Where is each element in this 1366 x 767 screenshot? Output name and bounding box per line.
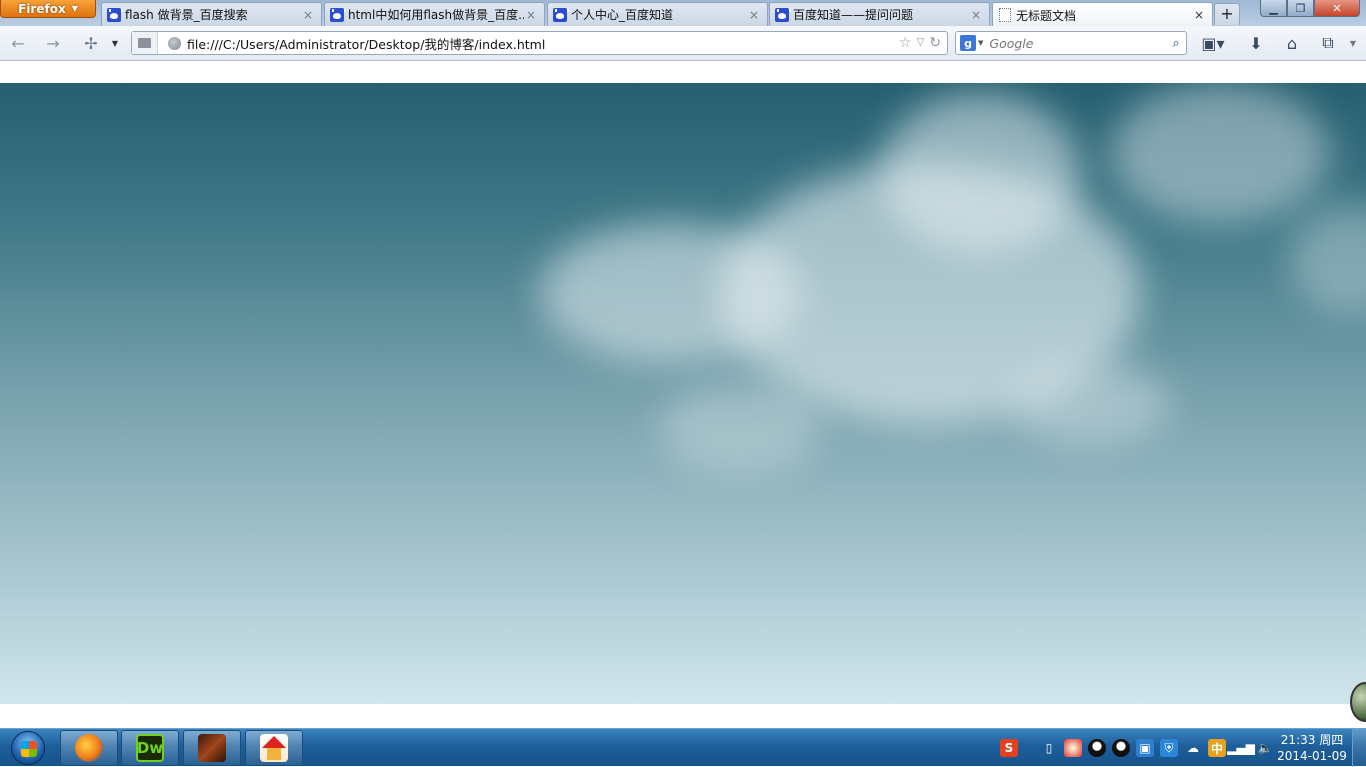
globe-icon xyxy=(168,36,181,50)
maximize-button[interactable]: ❐ xyxy=(1287,0,1314,17)
bookmarks-menu-icon[interactable]: ▣▾ xyxy=(1200,33,1226,53)
tab-label: 无标题文档 xyxy=(1016,8,1077,23)
tab-close-icon[interactable]: × xyxy=(969,8,983,22)
new-tab-button[interactable]: + xyxy=(1214,3,1240,25)
security-monitor-icon[interactable]: ▣ xyxy=(1136,739,1154,757)
window-controls: ▁ ❐ ✕ xyxy=(1260,0,1360,17)
share-nodes-icon[interactable]: ✢ xyxy=(80,33,102,53)
tab-close-icon[interactable]: × xyxy=(747,8,761,22)
search-bar[interactable]: g ▼ ⌕ xyxy=(955,31,1187,55)
minimize-button[interactable]: ▁ xyxy=(1260,0,1287,17)
chinese-input-icon[interactable]: 中 xyxy=(1208,739,1226,757)
chevron-down-icon[interactable]: ▼ xyxy=(978,39,983,47)
baidu-paw-icon xyxy=(774,7,791,23)
forward-arrow-icon[interactable]: → xyxy=(43,33,63,53)
shield-icon[interactable]: ⛨ xyxy=(1160,739,1178,757)
identity-box[interactable] xyxy=(132,32,158,54)
system-tray: S ▯ ▣ ⛨ ☁ 中 ▂▄▆ 🔈 xyxy=(1000,729,1274,767)
cloud xyxy=(880,93,1080,253)
cloud xyxy=(1110,83,1330,223)
chevron-down-icon[interactable]: ▼ xyxy=(1346,33,1360,53)
chevron-down-icon: ▼ xyxy=(71,4,78,13)
system-clock[interactable]: 21:33 周四 2014-01-09 xyxy=(1272,732,1352,764)
cloud-sync-icon[interactable]: ☁ xyxy=(1184,739,1202,757)
tab-label: 百度知道——提问问题 xyxy=(793,8,914,22)
cloud xyxy=(660,383,820,473)
tab-label: html中如何用flash做背景_百度... xyxy=(348,8,524,22)
cloud xyxy=(1010,363,1170,443)
qq-penguin-icon[interactable] xyxy=(1112,739,1130,757)
angry-bird-icon[interactable] xyxy=(1064,739,1082,757)
start-button[interactable] xyxy=(4,730,52,766)
cloud xyxy=(1290,203,1366,313)
tab-label: flash 做背景_百度搜索 xyxy=(125,8,248,22)
network-signal-icon[interactable]: ▂▄▆ xyxy=(1227,739,1255,757)
baidu-paw-icon xyxy=(552,7,569,23)
tray-spacer xyxy=(1024,739,1034,757)
firefox-menu-label: Firefox xyxy=(18,1,66,16)
tab-html-flash-background[interactable]: html中如何用flash做背景_百度... × xyxy=(324,2,545,26)
firefox-menu-button[interactable]: Firefox ▼ xyxy=(0,0,96,18)
taskbar-violin-app[interactable] xyxy=(183,730,241,766)
dreamweaver-icon: Dw xyxy=(136,734,164,762)
tab-close-icon[interactable]: × xyxy=(524,8,538,22)
magnifier-icon[interactable]: ⌕ xyxy=(1166,36,1186,51)
close-window-button[interactable]: ✕ xyxy=(1314,0,1360,17)
baidu-paw-icon xyxy=(106,7,123,23)
clock-time: 21:33 周四 xyxy=(1280,733,1344,747)
folder-icon xyxy=(138,38,151,48)
download-icon[interactable]: ⬇ xyxy=(1246,33,1266,53)
taskbar-firefox[interactable] xyxy=(60,730,118,766)
search-input[interactable] xyxy=(989,35,1166,51)
back-arrow-icon[interactable]: ← xyxy=(8,33,28,53)
tab-baidu-search[interactable]: flash 做背景_百度搜索 × xyxy=(101,2,322,26)
usb-device-icon[interactable]: ▯ xyxy=(1040,739,1058,757)
windows-orb-icon xyxy=(11,731,45,765)
title-bar: Firefox ▼ flash 做背景_百度搜索 × html中如何用flash… xyxy=(0,0,1366,27)
taskbar-house-app[interactable] xyxy=(245,730,303,766)
page-viewport xyxy=(0,62,1366,728)
url-text[interactable]: file:///C:/Users/Administrator/Desktop/我… xyxy=(187,34,899,53)
address-bar[interactable]: file:///C:/Users/Administrator/Desktop/我… xyxy=(131,31,948,55)
bookmark-star-icon[interactable]: ☆ xyxy=(899,35,912,51)
house-app-icon xyxy=(260,734,288,762)
taskbar-dreamweaver[interactable]: Dw xyxy=(121,730,179,766)
navigation-toolbar: ← → ✢ ▼ file:///C:/Users/Administrator/D… xyxy=(0,26,1366,61)
tab-close-icon[interactable]: × xyxy=(1192,8,1206,22)
tab-untitled-document[interactable]: 无标题文档 × xyxy=(992,2,1213,27)
clock-date: 2014-01-09 xyxy=(1277,749,1347,763)
windows-taskbar: Dw S ▯ ▣ ⛨ ☁ 中 ▂▄▆ 🔈 21:33 周四 2014-01-09 xyxy=(0,728,1366,767)
reload-icon[interactable]: ↻ xyxy=(929,35,941,51)
firefox-icon xyxy=(75,734,103,762)
tab-personal-center[interactable]: 个人中心_百度知道 × xyxy=(547,2,768,26)
tab-ask-question[interactable]: 百度知道——提问问题 × xyxy=(769,2,990,26)
home-icon[interactable]: ⌂ xyxy=(1282,33,1302,53)
chevron-down-icon[interactable]: ▼ xyxy=(108,33,122,53)
crop-screenshot-icon[interactable]: ⧉ xyxy=(1318,33,1338,53)
tab-label: 个人中心_百度知道 xyxy=(571,8,674,22)
tab-close-icon[interactable]: × xyxy=(301,8,315,22)
flash-sky-background xyxy=(0,83,1366,704)
qq-penguin-icon[interactable] xyxy=(1088,739,1106,757)
violin-app-icon xyxy=(198,734,226,762)
sogou-ime-icon[interactable]: S xyxy=(1000,739,1018,757)
show-desktop-button[interactable] xyxy=(1352,729,1366,767)
history-dropdown-icon[interactable]: ▽ xyxy=(917,35,925,51)
blank-page-icon xyxy=(997,7,1013,23)
baidu-paw-icon xyxy=(329,7,346,23)
google-engine-icon[interactable]: g xyxy=(960,35,976,51)
